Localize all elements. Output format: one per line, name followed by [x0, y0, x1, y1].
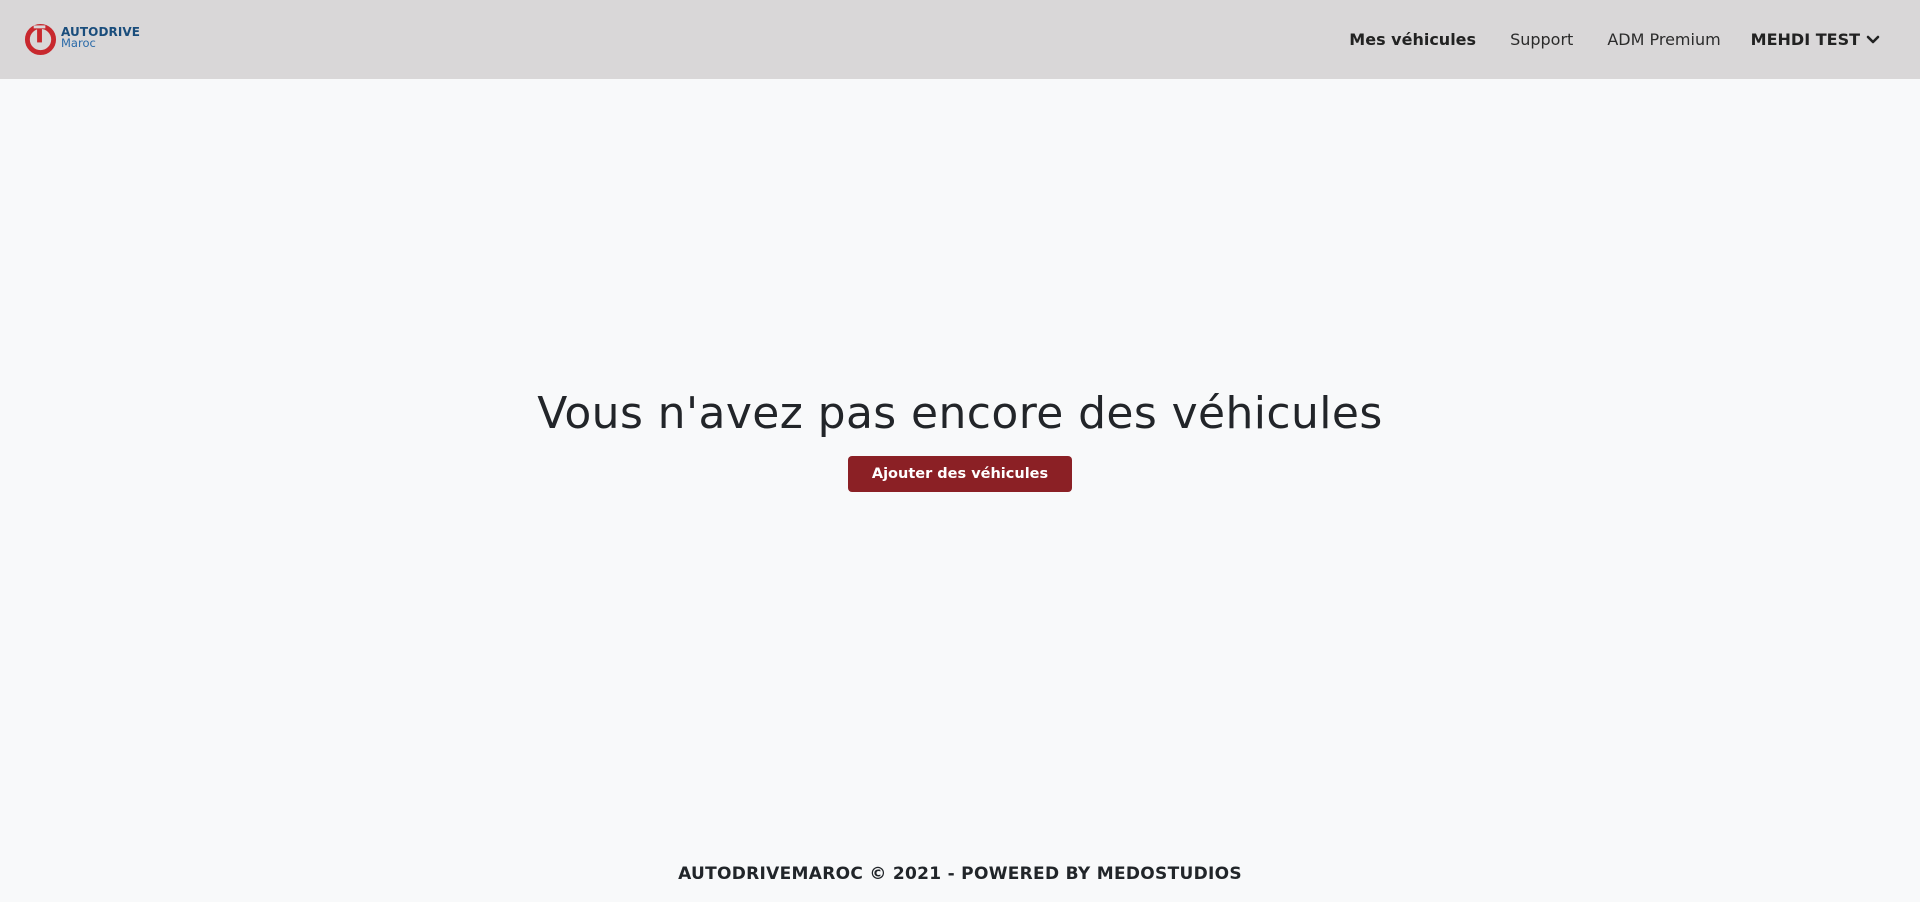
user-menu-toggle[interactable]: MEHDI TEST: [1751, 30, 1880, 49]
empty-state: Vous n'avez pas encore des véhicules Ajo…: [0, 385, 1920, 492]
top-navbar: AUTODRIVE Maroc Mes véhicules Support AD…: [0, 0, 1920, 79]
add-vehicles-button[interactable]: Ajouter des véhicules: [848, 456, 1072, 492]
main-nav: Mes véhicules Support ADM Premium MEHDI …: [1349, 0, 1880, 79]
footer: AUTODRIVEMAROC © 2021 - POWERED BY MEDOS…: [0, 864, 1920, 884]
brand-subtitle: Maroc: [61, 36, 96, 50]
nav-item-mes-vehicules[interactable]: Mes véhicules: [1349, 30, 1476, 49]
nav-item-adm-premium[interactable]: ADM Premium: [1607, 30, 1720, 49]
autodrive-logo-icon: [24, 23, 57, 55]
empty-state-title: Vous n'avez pas encore des véhicules: [537, 388, 1383, 439]
brand-logo-link[interactable]: AUTODRIVE Maroc: [24, 22, 140, 56]
brand-text: AUTODRIVE Maroc: [61, 26, 140, 50]
nav-item-support[interactable]: Support: [1510, 30, 1573, 49]
chevron-down-icon: [1866, 35, 1880, 43]
user-name: MEHDI TEST: [1750, 30, 1860, 49]
footer-text: AUTODRIVEMAROC © 2021 - POWERED BY MEDOS…: [678, 864, 1242, 884]
